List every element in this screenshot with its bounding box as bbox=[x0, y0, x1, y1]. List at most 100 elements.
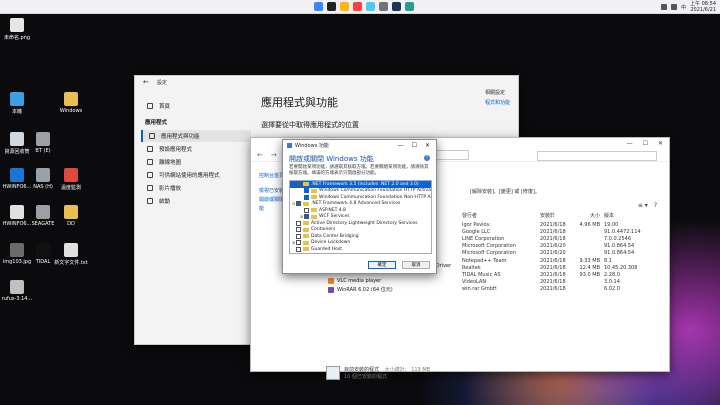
apps-icon bbox=[149, 133, 155, 139]
status-label: 目前安裝的程式 bbox=[344, 366, 380, 373]
nav-item[interactable]: 離線地圖 bbox=[141, 156, 251, 168]
feature-checkbox[interactable] bbox=[304, 214, 309, 220]
folder-icon bbox=[303, 240, 309, 245]
feature-label: WCF Services bbox=[319, 214, 350, 220]
back-icon[interactable]: ← bbox=[257, 151, 263, 159]
feature-checkbox[interactable] bbox=[304, 207, 309, 213]
feature-node[interactable]: ⊟ .NET Framework 3.5 (includes .NET 2.0 a… bbox=[290, 181, 431, 188]
clock[interactable]: 上午 08:54 2021/6/21 bbox=[690, 1, 716, 13]
startup-icon bbox=[147, 198, 153, 204]
table-row[interactable]: win.rar GmbH 2021/6/18 6.02.0 bbox=[462, 286, 672, 292]
table-row[interactable]: Notepad++ Team 2021/6/18 9.33 MB 8.1 bbox=[462, 258, 672, 264]
desktop-icon-glyph-icon bbox=[36, 132, 50, 146]
help-icon[interactable]: ? bbox=[424, 155, 430, 161]
feature-checkbox[interactable] bbox=[296, 246, 301, 252]
col-installed-on[interactable]: 安裝於 bbox=[540, 212, 576, 219]
cell-publisher: Notepad++ Team bbox=[462, 257, 507, 264]
taskbar-app-icon[interactable] bbox=[379, 2, 388, 11]
table-row[interactable]: Realtek 2021/6/18 12.4 MB 10.45.20.308 bbox=[462, 265, 672, 271]
feature-checkbox[interactable] bbox=[296, 233, 301, 239]
taskbar-app-icons bbox=[314, 2, 414, 11]
table-row[interactable]: Microsoft Corporation 2021/6/20 91.0.864.5… bbox=[462, 250, 672, 256]
search-input[interactable] bbox=[537, 151, 657, 161]
input-language[interactable]: 中 bbox=[681, 4, 686, 11]
nav-item[interactable]: 可供網站使用的應用程式 bbox=[141, 169, 251, 181]
status-bar: 目前安裝的程式 大小總計： 119 MB 10 個已安裝的程式 bbox=[326, 350, 430, 395]
maximize-icon[interactable]: ☐ bbox=[643, 140, 648, 147]
desktop-icon-glyph-icon bbox=[10, 168, 24, 182]
folder-icon bbox=[303, 234, 309, 239]
nav-home[interactable]: 首頁 bbox=[141, 100, 251, 112]
feature-checkbox[interactable] bbox=[296, 240, 301, 246]
taskbar-app-icon[interactable] bbox=[405, 2, 414, 11]
table-row[interactable]: LINE Corporation 2021/6/18 7.0.0.2546 bbox=[462, 236, 672, 242]
feature-checkbox[interactable] bbox=[304, 194, 309, 200]
taskbar-app-icon[interactable] bbox=[327, 2, 336, 11]
programs-features-link[interactable]: 程式和功能 bbox=[485, 99, 510, 106]
video-icon bbox=[147, 185, 153, 191]
status-count: 10 個已安裝的程式 bbox=[344, 373, 387, 380]
program-name-label: WinRAR 6.02 (64 位元) bbox=[337, 287, 393, 293]
feature-checkbox[interactable] bbox=[296, 201, 301, 207]
desktop-icon-label: 未命名.png bbox=[3, 35, 31, 41]
desktop-icon[interactable]: 新文字文件.txt bbox=[54, 243, 88, 266]
nav-item[interactable]: 啟動 bbox=[141, 195, 251, 207]
feature-checkbox[interactable] bbox=[296, 227, 301, 233]
feature-node[interactable]: Active Directory Lightweight Directory S… bbox=[290, 220, 431, 227]
table-row[interactable]: Microsoft Corporation 2021/6/20 91.0.864.5… bbox=[462, 243, 672, 249]
taskbar-app-icon[interactable] bbox=[392, 2, 401, 11]
program-icon bbox=[328, 278, 334, 284]
feature-node[interactable]: Guarded Host bbox=[290, 246, 431, 253]
cell-installed-on: 2021/6/18 bbox=[540, 222, 566, 228]
dialog-heading: 開啟或關閉 Windows 功能 bbox=[289, 155, 374, 163]
network-icon[interactable] bbox=[660, 4, 667, 10]
desktop-icon[interactable]: 溫度監測 bbox=[54, 168, 88, 191]
nav-item[interactable]: 預設應用程式 bbox=[141, 143, 251, 155]
desktop-icon[interactable]: BT (E) bbox=[26, 132, 60, 154]
help-icon[interactable]: ? bbox=[654, 202, 657, 209]
desktop-icon[interactable]: 未命名.png bbox=[0, 18, 34, 41]
nav-item[interactable]: 應用程式與功能 bbox=[141, 130, 251, 142]
cancel-button[interactable]: 取消 bbox=[402, 261, 430, 269]
col-version[interactable]: 版本 bbox=[604, 212, 648, 219]
volume-icon[interactable] bbox=[670, 4, 677, 10]
dialog-close-icon[interactable]: ✕ bbox=[425, 142, 430, 149]
table-row[interactable]: VideoLAN 2021/6/18 3.0.14 bbox=[462, 279, 672, 285]
ok-button[interactable]: 確定 bbox=[368, 261, 396, 269]
home-icon bbox=[147, 103, 153, 109]
taskbar-app-icon[interactable] bbox=[353, 2, 362, 11]
forward-icon[interactable]: → bbox=[271, 151, 277, 159]
taskbar: 中 上午 08:54 2021/6/21 bbox=[0, 0, 720, 14]
close-icon[interactable]: ✕ bbox=[658, 140, 663, 147]
taskbar-app-icon[interactable] bbox=[366, 2, 375, 11]
map-icon bbox=[147, 159, 153, 165]
features-tree[interactable]: ⊟ .NET Framework 3.5 (includes .NET 2.0 a… bbox=[289, 180, 432, 254]
taskbar-app-icon[interactable] bbox=[314, 2, 323, 11]
default-apps-icon bbox=[147, 146, 153, 152]
table-row[interactable]: Igor Pavlov 2021/6/18 4.96 MB 19.00 bbox=[462, 222, 672, 228]
program-name[interactable]: WinRAR 6.02 (64 位元) bbox=[328, 286, 393, 293]
windows-features-dialog: Windows 功能 — ☐ ✕ 開啟或關閉 Windows 功能 ? 若要開啟… bbox=[282, 139, 437, 274]
table-row[interactable]: Google LLC 2021/6/18 91.0.4472.114 bbox=[462, 229, 672, 235]
back-arrow-icon[interactable]: ← bbox=[143, 78, 149, 86]
col-publisher[interactable]: 發行者 bbox=[462, 212, 540, 219]
desktop-icon[interactable]: DD bbox=[54, 205, 88, 227]
desktop-icon[interactable]: 本機 bbox=[0, 92, 34, 115]
feature-checkbox[interactable] bbox=[304, 188, 309, 194]
taskbar-app-icon[interactable] bbox=[340, 2, 349, 11]
feature-checkbox[interactable] bbox=[296, 181, 301, 187]
dialog-maximize-icon[interactable]: ☐ bbox=[412, 142, 417, 149]
feature-label: .NET Framework 3.5 (includes .NET 2.0 an… bbox=[311, 181, 419, 187]
nav-item[interactable]: 影片播放 bbox=[141, 182, 251, 194]
desktop-icon-glyph-icon bbox=[36, 168, 50, 182]
desktop-icon[interactable]: rufus-3.14... bbox=[0, 280, 34, 302]
cell-publisher: Google LLC bbox=[462, 229, 491, 236]
feature-checkbox[interactable] bbox=[296, 220, 301, 226]
col-size[interactable]: 大小 bbox=[576, 212, 604, 219]
dialog-minimize-icon[interactable]: — bbox=[398, 142, 404, 149]
view-options-icon[interactable]: ≡ ▾ bbox=[638, 202, 648, 209]
desktop-icon[interactable]: Windows bbox=[54, 92, 88, 114]
table-row[interactable]: TIDAL Music AS 2021/6/18 93.0 MB 2.28.0 bbox=[462, 272, 672, 278]
minimize-icon[interactable]: — bbox=[627, 140, 633, 147]
program-name[interactable]: VLC media player bbox=[328, 278, 381, 284]
